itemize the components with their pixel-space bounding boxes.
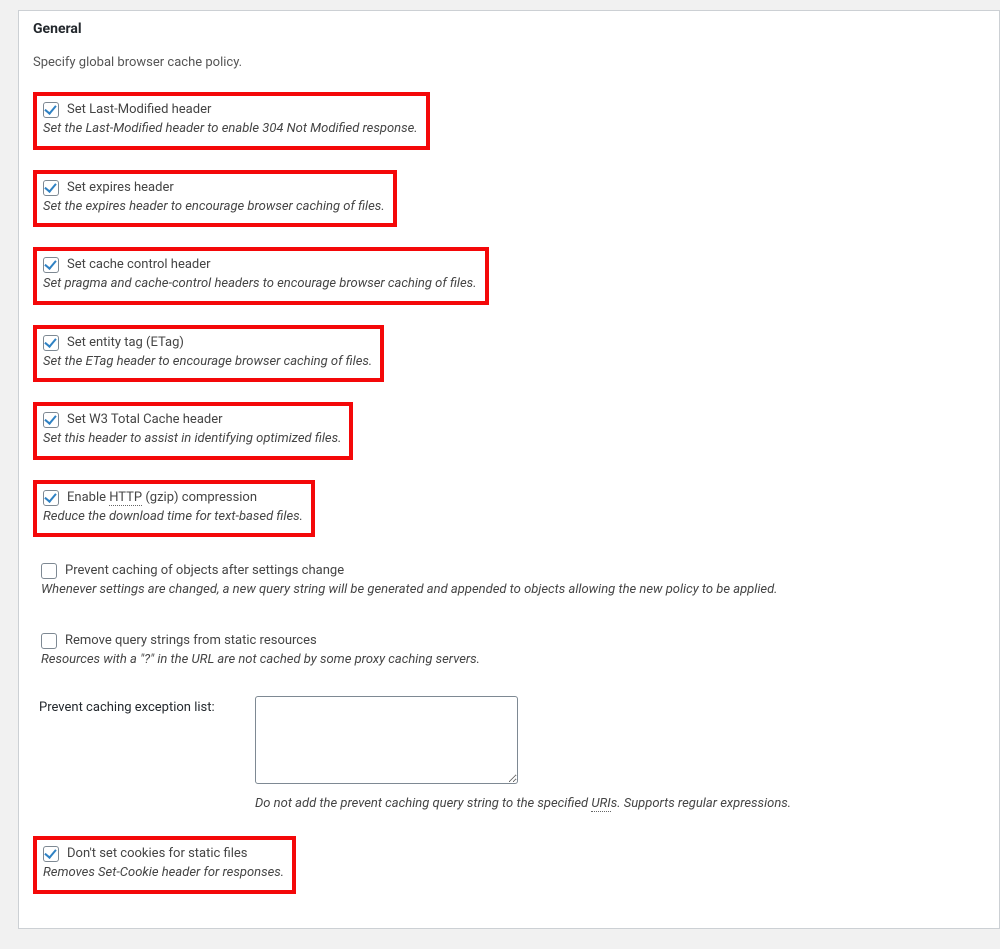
option-no-cookies: Don't set cookies for static files Remov… [33, 836, 296, 894]
desc-etag: Set the ETag header to encourage browser… [43, 353, 372, 371]
general-panel: General Specify global browser cache pol… [18, 10, 1000, 929]
label-gzip-b: (gzip) compression [142, 490, 257, 505]
checkbox-prevent-after-change[interactable] [41, 563, 57, 579]
checkbox-w3tc[interactable] [43, 412, 59, 428]
label-etag[interactable]: Set entity tag (ETag) [67, 335, 184, 351]
option-etag: Set entity tag (ETag) Set the ETag heade… [33, 325, 384, 383]
panel-intro: Specify global browser cache policy. [33, 55, 985, 70]
option-gzip: Enable HTTP (gzip) compression Reduce th… [33, 480, 315, 538]
checkbox-expires[interactable] [43, 180, 59, 196]
label-gzip[interactable]: Enable HTTP (gzip) compression [67, 490, 257, 506]
desc-no-cookies: Removes Set-Cookie header for responses. [43, 864, 284, 882]
exception-desc-b: s. Supports regular expressions. [611, 796, 791, 811]
desc-expires: Set the expires header to encourage brow… [43, 198, 385, 216]
desc-gzip: Reduce the download time for text-based … [43, 508, 303, 526]
option-remove-query: Remove query strings from static resourc… [33, 627, 985, 677]
option-last-modified: Set Last-Modified header Set the Last-Mo… [33, 92, 430, 150]
exception-desc-a: Do not add the prevent caching query str… [255, 796, 591, 811]
option-cache-control: Set cache control header Set pragma and … [33, 247, 489, 305]
desc-w3tc: Set this header to assist in identifying… [43, 430, 341, 448]
option-prevent-after-change: Prevent caching of objects after setting… [33, 557, 985, 607]
option-expires: Set expires header Set the expires heade… [33, 170, 397, 228]
label-w3tc[interactable]: Set W3 Total Cache header [67, 412, 223, 428]
label-cache-control[interactable]: Set cache control header [67, 257, 211, 273]
label-expires[interactable]: Set expires header [67, 180, 174, 196]
desc-cache-control: Set pragma and cache-control headers to … [43, 275, 477, 293]
exception-label: Prevent caching exception list: [33, 696, 255, 715]
checkbox-gzip[interactable] [43, 490, 59, 506]
label-gzip-a: Enable [67, 490, 109, 505]
label-prevent-after-change[interactable]: Prevent caching of objects after setting… [65, 563, 344, 579]
desc-remove-query: Resources with a "?" in the URL are not … [41, 651, 977, 669]
label-remove-query[interactable]: Remove query strings from static resourc… [65, 633, 317, 649]
checkbox-last-modified[interactable] [43, 102, 59, 118]
checkbox-cache-control[interactable] [43, 257, 59, 273]
abbr-http: HTTP [109, 490, 142, 506]
option-w3tc: Set W3 Total Cache header Set this heade… [33, 402, 353, 460]
label-no-cookies[interactable]: Don't set cookies for static files [67, 846, 248, 862]
desc-last-modified: Set the Last-Modified header to enable 3… [43, 120, 418, 138]
checkbox-no-cookies[interactable] [43, 846, 59, 862]
exception-textarea[interactable] [255, 696, 518, 784]
desc-prevent-after-change: Whenever settings are changed, a new que… [41, 581, 977, 599]
exception-row: Prevent caching exception list: Do not a… [33, 696, 985, 811]
checkbox-etag[interactable] [43, 335, 59, 351]
panel-title: General [19, 11, 999, 47]
exception-desc: Do not add the prevent caching query str… [255, 796, 985, 811]
label-last-modified[interactable]: Set Last-Modified header [67, 102, 211, 118]
checkbox-remove-query[interactable] [41, 633, 57, 649]
abbr-uri: URI [591, 796, 610, 812]
